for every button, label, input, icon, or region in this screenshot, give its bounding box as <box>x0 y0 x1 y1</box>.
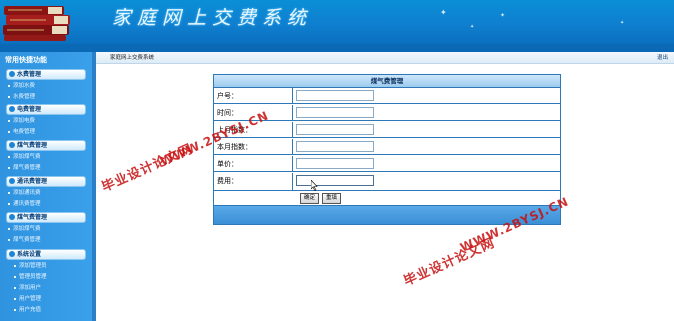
sidebar-group-gas[interactable]: 煤气费管理 <box>6 140 86 151</box>
logout-link[interactable]: 退出 <box>657 53 668 61</box>
sparkle-icon: ✦ <box>500 12 506 19</box>
header-bar <box>0 44 674 52</box>
this-month-reading-label: 本月指数： <box>217 143 252 151</box>
sidebar-group-system[interactable]: 系统设置 <box>6 249 86 260</box>
form-row: 单价： <box>214 156 560 172</box>
time-label: 时间： <box>217 109 238 117</box>
header-banner: 家庭网上交费系统 ✦ ✦ ✦ ✦ <box>0 0 674 44</box>
submit-button[interactable]: 确定 <box>300 193 320 204</box>
reset-button[interactable]: 重填 <box>322 193 342 204</box>
sidebar-item-gas-manage[interactable]: 煤气费管理 <box>8 163 41 171</box>
sidebar-item-add-admin[interactable]: 添加管理员 <box>14 261 47 269</box>
sidebar-item-user-manage[interactable]: 用户管理 <box>14 294 41 302</box>
unit-price-input[interactable] <box>296 158 374 169</box>
last-month-reading-input[interactable] <box>296 124 374 135</box>
form-row: 上月指数： <box>214 122 560 138</box>
account-input[interactable] <box>296 90 374 101</box>
sidebar-item-add-gas-2[interactable]: 添加煤气费 <box>8 224 41 232</box>
sidebar-item-add-telecom[interactable]: 添加通讯费 <box>8 188 41 196</box>
group-icon <box>9 106 15 112</box>
fee-label: 费用： <box>217 177 238 185</box>
group-icon <box>9 142 15 148</box>
app-title: 家庭网上交费系统 <box>112 7 313 29</box>
sidebar-item-add-water[interactable]: 添加水费 <box>8 81 35 89</box>
breadcrumb: 家庭网上交费系统 退出 <box>96 52 674 64</box>
fee-input[interactable] <box>296 175 374 186</box>
mouse-cursor-icon <box>311 180 318 191</box>
unit-price-label: 单价： <box>217 160 238 168</box>
sidebar-group-telecom[interactable]: 通讯费管理 <box>6 176 86 187</box>
sparkle-icon: ✦ <box>470 24 475 30</box>
account-label: 户号： <box>217 92 238 100</box>
group-icon <box>9 251 15 257</box>
sparkle-icon: ✦ <box>620 20 625 26</box>
sidebar-item-gas-manage-2[interactable]: 煤气费管理 <box>8 235 41 243</box>
sidebar-item-add-user[interactable]: 添加用户 <box>14 283 41 291</box>
form-title: 煤气费管理 <box>214 75 560 88</box>
this-month-reading-input[interactable] <box>296 141 374 152</box>
sidebar-item-admin-manage[interactable]: 管理员管理 <box>14 272 47 280</box>
sidebar-item-add-electric[interactable]: 添加电费 <box>8 116 35 124</box>
sidebar-item-telecom-manage[interactable]: 通讯费管理 <box>8 199 41 207</box>
time-input[interactable] <box>296 107 374 118</box>
form-row: 费用： <box>214 173 560 191</box>
sidebar-title: 常用快捷功能 <box>5 56 47 64</box>
group-icon <box>9 71 15 77</box>
sidebar-group-electric[interactable]: 电费管理 <box>6 104 86 115</box>
sidebar-item-water-manage[interactable]: 水费管理 <box>8 92 35 100</box>
form-row: 户号： <box>214 88 560 104</box>
breadcrumb-text: 家庭网上交费系统 <box>110 55 155 61</box>
sidebar-item-add-gas[interactable]: 添加煤气费 <box>8 152 41 160</box>
sidebar-item-user-recharge[interactable]: 用户充值 <box>14 305 41 313</box>
sidebar-group-water[interactable]: 水费管理 <box>6 69 86 80</box>
form-buttons: 确定 重填 <box>214 191 560 206</box>
form-row: 本月指数： <box>214 139 560 155</box>
group-icon <box>9 214 15 220</box>
sidebar: 常用快捷功能 水费管理 添加水费 水费管理 电费管理 添加电费 电费管理 煤气费… <box>0 52 92 321</box>
gas-fee-form: 煤气费管理 户号： 时间： 上月指数： 本月指数： 单价： 费用： 确定 重填 <box>213 74 561 225</box>
sidebar-group-gas-2[interactable]: 煤气费管理 <box>6 212 86 223</box>
books-logo-icon <box>3 6 70 41</box>
group-icon <box>9 178 15 184</box>
sparkle-icon: ✦ <box>440 8 447 17</box>
sidebar-item-electric-manage[interactable]: 电费管理 <box>8 127 35 135</box>
